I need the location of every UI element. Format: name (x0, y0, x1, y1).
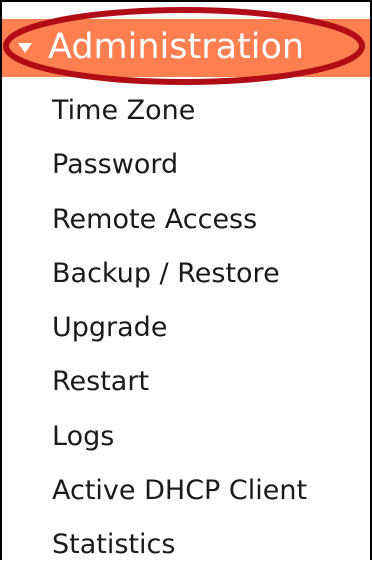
admin-menu-panel: Administration Time Zone Password Remote… (0, 0, 372, 560)
menu-item-upgrade[interactable]: Upgrade (2, 301, 370, 355)
caret-down-icon (18, 43, 32, 53)
menu-item-backup-restore[interactable]: Backup / Restore (2, 247, 370, 301)
menu-item-active-dhcp-client[interactable]: Active DHCP Client (2, 464, 370, 518)
menu-header-label: Administration (48, 27, 305, 67)
menu-item-logs[interactable]: Logs (2, 410, 370, 464)
menu-item-statistics[interactable]: Statistics (2, 518, 370, 572)
menu-item-remote-access[interactable]: Remote Access (2, 193, 370, 247)
menu-header-administration[interactable]: Administration (2, 19, 370, 77)
menu-item-password[interactable]: Password (2, 138, 370, 192)
admin-submenu-list: Time Zone Password Remote Access Backup … (2, 84, 370, 573)
menu-item-restart[interactable]: Restart (2, 355, 370, 409)
menu-item-time-zone[interactable]: Time Zone (2, 84, 370, 138)
